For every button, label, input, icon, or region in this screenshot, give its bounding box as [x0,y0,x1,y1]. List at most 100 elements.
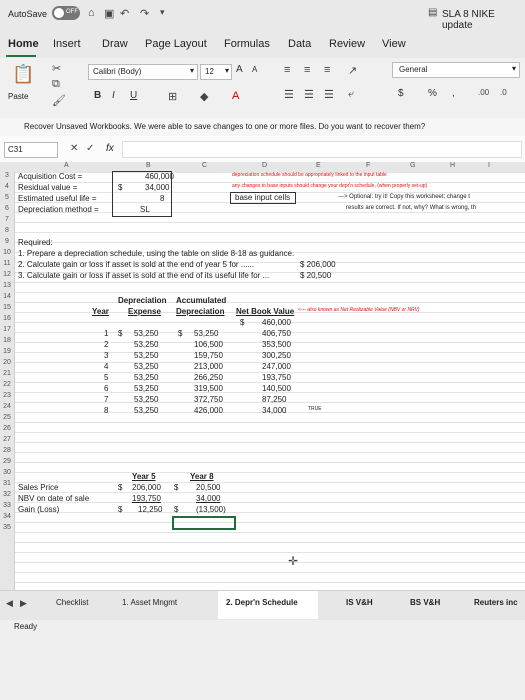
align-right-icon[interactable]: ☰ [324,88,334,101]
selected-cell-c31[interactable] [172,516,236,530]
schedule-accumulated[interactable]: 319,500 [194,384,223,393]
redo-icon[interactable]: ↷ [140,7,149,20]
row-header[interactable]: 28 [0,447,14,454]
row-header[interactable]: 3 [0,172,14,179]
row-header[interactable]: 7 [0,216,14,223]
copy-icon[interactable]: ⧉ [52,78,60,91]
schedule-accumulated[interactable]: 213,000 [194,362,223,371]
row-header[interactable]: 31 [0,480,14,487]
nbv-initial[interactable]: 460,000 [262,318,291,327]
fill-color-icon[interactable]: ◆ [200,90,208,103]
tab-review[interactable]: Review [329,38,365,50]
formula-input[interactable] [122,141,522,158]
insert-function-button[interactable]: fx [106,143,114,154]
number-format-select[interactable]: General ▾ [392,62,520,78]
home-icon[interactable]: ⌂ [88,7,95,19]
sheet-tab-asset-mngmt[interactable]: 1. Asset Mngmt [122,598,177,607]
currency-button[interactable]: $ [398,88,404,99]
schedule-expense[interactable]: 53,250 [134,329,158,338]
schedule-expense[interactable]: 53,250 [134,373,158,382]
paste-icon[interactable]: 📋 [12,64,34,85]
schedule-accumulated[interactable]: 159,750 [194,351,223,360]
percent-button[interactable]: % [428,88,437,99]
sheet-tab-is-vh[interactable]: IS V&H [346,598,373,607]
tab-home[interactable]: Home [8,38,39,50]
sheet-tab-deprn-schedule[interactable]: 2. Depr'n Schedule [226,598,298,607]
tab-view[interactable]: View [382,38,406,50]
font-name-select[interactable]: Calibri (Body) ▾ [88,64,198,80]
row-header[interactable]: 25 [0,414,14,421]
orientation-icon[interactable]: ↗ [348,64,357,77]
row-header[interactable]: 16 [0,315,14,322]
schedule-nbv[interactable]: 34,000 [262,406,286,415]
row-header[interactable]: 4 [0,183,14,190]
sales-price-year5[interactable]: 206,000 [132,483,161,492]
enter-icon[interactable]: ✓ [86,143,94,154]
recovery-message[interactable]: Recover Unsaved Workbooks. We were able … [24,122,425,131]
schedule-nbv[interactable]: 353,500 [262,340,291,349]
row-header[interactable]: 20 [0,359,14,366]
schedule-expense[interactable]: 53,250 [134,340,158,349]
italic-button[interactable]: I [112,90,115,101]
row-header[interactable]: 22 [0,381,14,388]
row-header[interactable]: 15 [0,304,14,311]
schedule-nbv[interactable]: 193,750 [262,373,291,382]
row-header[interactable]: 14 [0,293,14,300]
sheet-tab-checklist[interactable]: Checklist [56,598,88,607]
wrap-text-icon[interactable]: ⤶ [348,88,354,101]
name-box[interactable]: C31 [4,142,58,158]
schedule-nbv[interactable]: 140,500 [262,384,291,393]
tab-draw[interactable]: Draw [102,38,128,50]
schedule-expense[interactable]: 53,250 [134,362,158,371]
row-header[interactable]: 8 [0,227,14,234]
tab-insert[interactable]: Insert [53,38,81,50]
schedule-nbv[interactable]: 247,000 [262,362,291,371]
schedule-expense[interactable]: 53,250 [134,395,158,404]
row-header[interactable]: 12 [0,271,14,278]
cut-icon[interactable]: ✂ [52,62,61,75]
column-header-c[interactable]: C [202,162,207,169]
schedule-nbv[interactable]: 406,750 [262,329,291,338]
save-icon[interactable]: ▣ [104,7,114,20]
row-header[interactable]: 34 [0,513,14,520]
format-painter-icon[interactable]: 🖌 [52,94,66,107]
row-header[interactable]: 6 [0,205,14,212]
tab-data[interactable]: Data [288,38,311,50]
underline-button[interactable]: U [130,90,137,101]
autosave-toggle[interactable]: OFF [52,6,80,20]
column-header-e[interactable]: E [316,162,321,169]
align-left-icon[interactable]: ☰ [284,88,294,101]
scroll-right-icon[interactable]: ▶ [20,598,27,609]
required-2-value[interactable]: $ 206,000 [300,260,336,269]
align-middle-icon[interactable]: ≡ [304,64,310,76]
sheet-tab-bs-vh[interactable]: BS V&H [410,598,440,607]
row-header[interactable]: 11 [0,260,14,267]
row-header[interactable]: 19 [0,348,14,355]
align-center-icon[interactable]: ☰ [304,88,314,101]
row-header[interactable]: 13 [0,282,14,289]
schedule-accumulated[interactable]: 106,500 [194,340,223,349]
schedule-nbv[interactable]: 87,250 [262,395,286,404]
row-header[interactable]: 35 [0,524,14,531]
undo-icon[interactable]: ↶ [120,7,129,20]
font-color-icon[interactable]: A [232,90,239,102]
schedule-accumulated[interactable]: 426,000 [194,406,223,415]
row-header[interactable]: 24 [0,403,14,410]
tab-formulas[interactable]: Formulas [224,38,270,50]
schedule-expense[interactable]: 53,250 [134,384,158,393]
row-header[interactable]: 9 [0,238,14,245]
row-header[interactable]: 23 [0,392,14,399]
customize-icon[interactable]: ▾ [160,7,165,18]
row-header[interactable]: 21 [0,370,14,377]
schedule-nbv[interactable]: 300,250 [262,351,291,360]
schedule-accumulated[interactable]: 53,250 [194,329,218,338]
row-header[interactable]: 10 [0,249,14,256]
sheet-tab-reuters[interactable]: Reuters inc [474,598,518,607]
grow-font-button[interactable]: A [236,64,243,75]
column-header-i[interactable]: I [488,162,490,169]
row-header[interactable]: 30 [0,469,14,476]
tab-page-layout[interactable]: Page Layout [145,38,207,50]
column-header-h[interactable]: H [450,162,455,169]
column-header-g[interactable]: G [410,162,415,169]
column-header-d[interactable]: D [262,162,267,169]
